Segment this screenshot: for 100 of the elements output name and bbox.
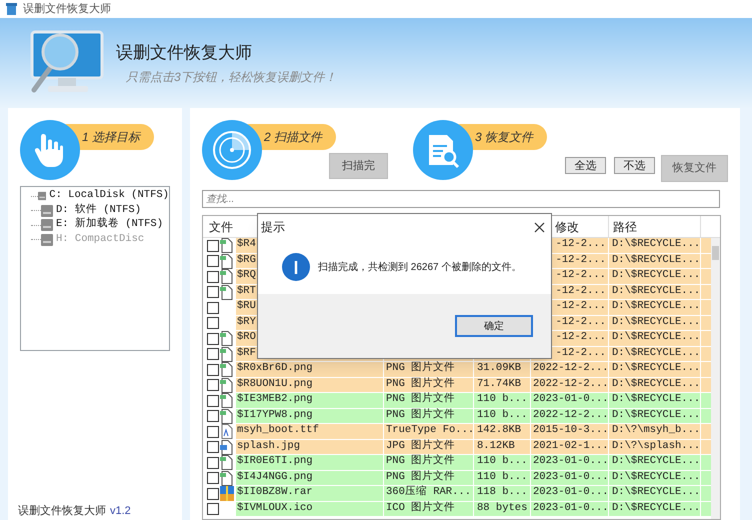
checkbox[interactable] <box>207 456 219 469</box>
checkbox[interactable] <box>207 317 219 330</box>
close-icon[interactable] <box>534 222 545 232</box>
table-cell-text: D:\$RECYCLE... <box>612 314 700 330</box>
column-header[interactable]: 路径 <box>613 218 637 236</box>
table-cell-text: $IR0E6TI.png <box>237 454 313 470</box>
vertical-scrollbar[interactable] <box>711 238 720 519</box>
recover-button[interactable]: 恢复文件 <box>661 155 728 182</box>
table-cell-text: D:\$RECYCLE... <box>612 252 700 268</box>
app-name-label: 误删文件恢复大师 <box>18 504 106 518</box>
scan-button[interactable]: 扫描完 <box>329 153 388 179</box>
table-cell-text: 142.8KB <box>477 423 522 438</box>
version-label: v1.2 <box>110 504 131 518</box>
table-cell-text: 110 b... <box>477 408 528 423</box>
table-cell-text: 88 bytes <box>477 500 528 516</box>
checkbox[interactable] <box>207 364 219 376</box>
table-cell-text: 110 b... <box>477 392 528 408</box>
image-file-icon <box>220 331 233 346</box>
table-cell-text: D:\$RECYCLE... <box>612 299 700 314</box>
checkbox[interactable] <box>207 286 219 298</box>
table-cell-text: 2022-12-2... <box>533 376 609 392</box>
table-cell-text: D:\$RECYCLE... <box>612 284 700 299</box>
table-cell-text: D:\$RECYCLE... <box>612 470 700 485</box>
ok-button[interactable]: 确定 <box>455 315 533 337</box>
table-cell-text: 2015-10-3... <box>533 423 609 438</box>
image-file-icon <box>220 269 233 284</box>
checkbox[interactable] <box>207 379 219 392</box>
table-cell-text: -12-2... <box>556 268 606 284</box>
column-header[interactable]: 修改 <box>555 218 579 236</box>
table-cell-text: $RU <box>237 299 256 314</box>
select-all-button[interactable]: 全选 <box>565 157 606 174</box>
drive-item[interactable]: E: 新加载卷 (NTFS) <box>56 217 164 234</box>
table-cell-text: D:\?\msyh_b... <box>612 423 700 438</box>
image-file-icon <box>220 393 233 408</box>
window-title: 误删文件恢复大师 <box>23 2 111 17</box>
table-cell-text: 2022-12-2... <box>533 408 609 423</box>
drive-icon <box>38 190 46 202</box>
search-field[interactable]: 查找... <box>202 190 720 208</box>
table-cell-text: D:\$RECYCLE... <box>612 361 700 376</box>
table-cell-text: 110 b... <box>477 454 528 470</box>
drive-item[interactable]: C: LocalDisk (NTFS) <box>49 188 169 204</box>
table-cell-text: $R0xBr6D.png <box>237 361 313 376</box>
step-label: 1 选择目标 <box>82 129 140 146</box>
drive-icon <box>41 234 53 246</box>
table-cell-text: 2023-01-0... <box>533 500 609 516</box>
table-cell-text: $II0BZ8W.rar <box>237 485 313 500</box>
checkbox[interactable] <box>207 472 219 484</box>
checkbox[interactable] <box>207 302 219 314</box>
checkbox[interactable] <box>207 410 219 422</box>
checkbox[interactable] <box>207 332 219 345</box>
table-cell-text: D:\$RECYCLE... <box>612 268 700 284</box>
hand-icon <box>35 132 65 168</box>
checkbox[interactable] <box>207 255 219 268</box>
image-file-icon <box>220 470 233 486</box>
checkbox[interactable] <box>207 240 219 252</box>
step-label: 2 扫描文件 <box>264 129 322 146</box>
table-cell-text: 360压缩 RAR... <box>386 485 472 500</box>
table-cell-text: msyh_boot.ttf <box>237 423 319 438</box>
table-cell-text: TrueType Fo... <box>386 423 474 438</box>
table-cell-text: splash.jpg <box>237 438 300 454</box>
table-cell-text: -12-2... <box>556 284 606 299</box>
table-cell-text: D:\$RECYCLE... <box>612 408 700 423</box>
table-cell-text: PNG 图片文件 <box>386 376 456 392</box>
table-cell-text: 71.74KB <box>477 376 522 392</box>
table-cell-text: PNG 图片文件 <box>386 408 456 423</box>
image-file-icon <box>220 284 233 300</box>
table-cell-text: -12-2... <box>556 330 606 346</box>
checkbox[interactable] <box>207 348 219 360</box>
table-cell-text: $IVMLOUX.ico <box>237 500 313 516</box>
font-file-icon <box>220 424 233 440</box>
table-cell-text: 118 b... <box>477 485 528 500</box>
table-cell-text: 2022-12-2... <box>533 361 609 376</box>
checkbox[interactable] <box>207 503 219 516</box>
table-cell-text: 2023-01-0... <box>533 392 609 408</box>
image-file-icon <box>220 238 233 254</box>
table-cell-text: D:\$RECYCLE... <box>612 330 700 346</box>
table-cell-text: $RT <box>237 284 256 299</box>
table-cell-text: $IE3MEB2.png <box>237 392 313 408</box>
table-cell-text: 2023-01-0... <box>533 454 609 470</box>
table-cell-text: PNG 图片文件 <box>386 454 456 470</box>
table-cell-text: JPG 图片文件 <box>386 438 456 454</box>
app-subtitle: 只需点击3下按钮，轻松恢复误删文件！ <box>125 68 337 86</box>
table-cell-text: ICO 图片文件 <box>386 500 456 516</box>
photo-file-icon <box>220 440 233 455</box>
image-file-icon <box>220 408 233 424</box>
step-label: 3 恢复文件 <box>475 129 534 146</box>
checkbox[interactable] <box>207 488 219 500</box>
checkbox[interactable] <box>207 441 219 454</box>
checkbox[interactable] <box>207 426 219 438</box>
column-header[interactable]: 文件 <box>209 218 233 236</box>
table-cell-text: -12-2... <box>556 314 606 330</box>
info-icon <box>282 253 310 281</box>
image-file-icon <box>220 254 233 269</box>
table-cell-text: D:\$RECYCLE... <box>612 500 700 516</box>
select-none-button[interactable]: 不选 <box>614 157 655 174</box>
table-cell-text: -12-2... <box>556 299 606 314</box>
checkbox[interactable] <box>207 394 219 407</box>
table-cell-text: D:\$RECYCLE... <box>612 237 700 252</box>
checkbox[interactable] <box>207 270 219 283</box>
table-cell-text: 110 b... <box>477 470 528 485</box>
